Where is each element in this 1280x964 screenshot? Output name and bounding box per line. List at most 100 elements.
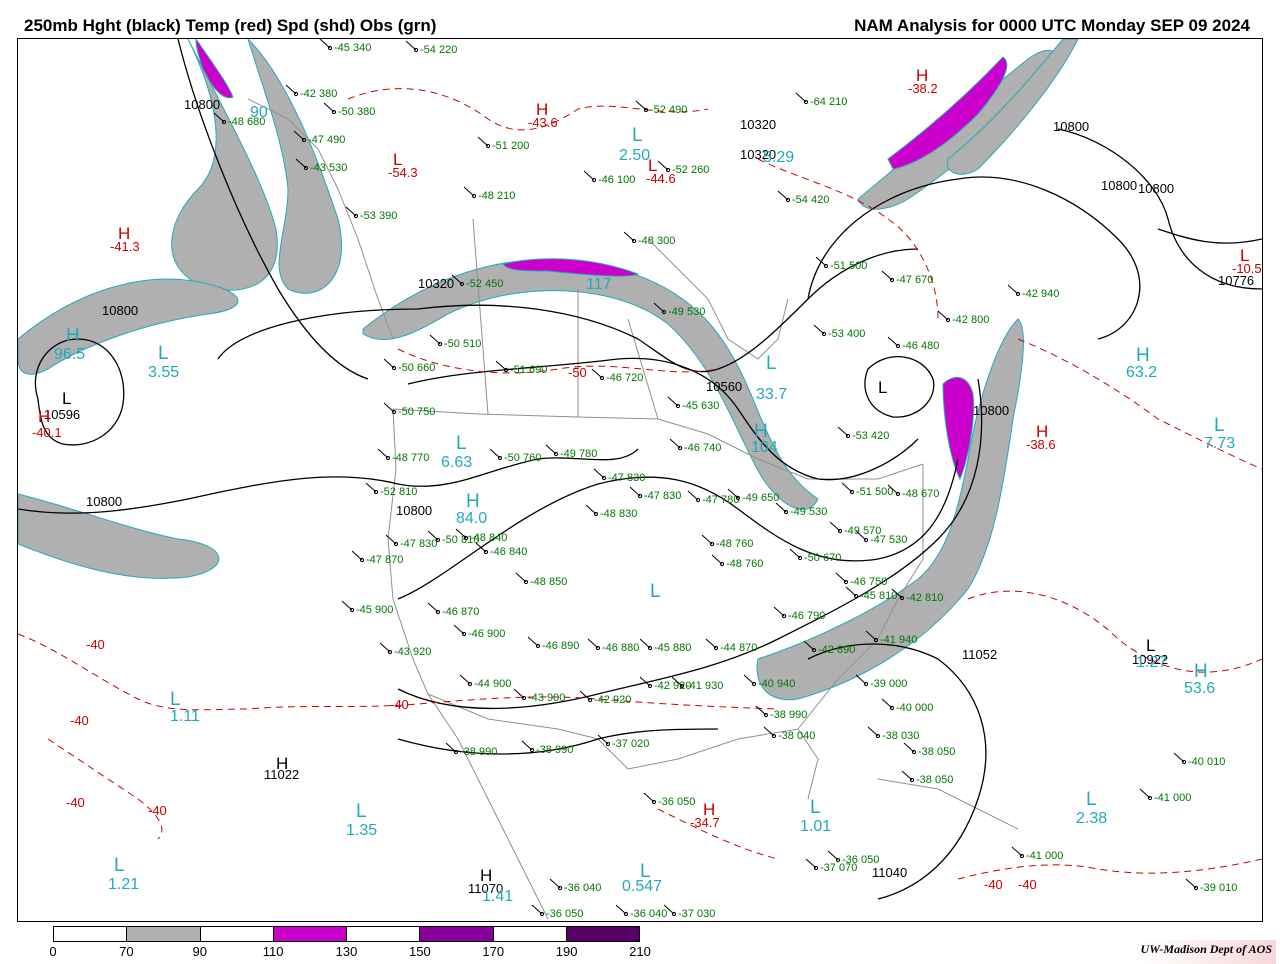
station-observation: -52 260 — [672, 164, 709, 176]
wind-barb — [777, 190, 789, 201]
analysis-time-label: NAM Analysis for 0000 UTC Monday SEP 09 … — [854, 16, 1250, 35]
station-observation: -46 880 — [602, 642, 639, 654]
isotach-label: 63.2 — [1126, 364, 1157, 381]
colorbar-segment — [200, 927, 274, 941]
temperature-label: -34.7 — [690, 815, 720, 830]
station-observation: -42 810 — [906, 592, 943, 604]
low-marker: L — [62, 389, 71, 408]
station-observation: -36 040 — [564, 882, 601, 894]
station-observation: -47 830 — [644, 490, 681, 502]
speed-colorbar — [53, 926, 640, 942]
wind-barb — [1185, 878, 1197, 889]
station-observation: -42 940 — [1022, 288, 1059, 300]
station-observation: -45 880 — [654, 642, 691, 654]
isotach-label: 1.27 — [1136, 654, 1167, 671]
station-observation: -49 780 — [560, 448, 597, 460]
isotach-label: 1.21 — [108, 876, 139, 893]
temperature-label: -40 — [148, 803, 167, 818]
height-label: 10800 — [184, 97, 220, 112]
station-observation: -44 900 — [474, 678, 511, 690]
station-observation: -39 010 — [1200, 882, 1237, 894]
colorbar-ticks: 0 70 90 110 130 150 170 190 210 — [0, 944, 700, 960]
colorbar-tick-label: 170 — [482, 944, 505, 959]
wind-barb — [755, 705, 767, 716]
high-marker: H — [1136, 345, 1150, 366]
wind-barb — [323, 102, 335, 113]
station-observation: -47 830 — [608, 472, 645, 484]
station-observation: -38 990 — [770, 709, 807, 721]
station-observation: -40 940 — [758, 678, 795, 690]
isotach-label: 104 — [751, 439, 778, 456]
temperature-label: -41.3 — [110, 239, 140, 254]
wind-barb — [615, 904, 627, 915]
isotach-label: 96.5 — [54, 346, 85, 363]
station-observation: -45 340 — [334, 42, 371, 54]
station-observation: -46 840 — [490, 546, 527, 558]
station-observation: -48 840 — [470, 532, 507, 544]
colorbar-segment — [566, 927, 639, 941]
colorbar-segment — [273, 927, 347, 941]
wind-barb — [463, 186, 475, 197]
station-observation: -38 040 — [778, 730, 815, 742]
low-marker: L — [1146, 636, 1155, 655]
wind-barb — [687, 490, 699, 501]
isotach-label: 117 — [586, 276, 612, 293]
station-observation: -48 680 — [228, 116, 265, 128]
wind-barb — [669, 438, 681, 449]
wind-barb — [795, 92, 807, 103]
wind-barb — [815, 256, 827, 267]
wind-barb — [385, 534, 397, 545]
low-marker: L — [356, 801, 367, 822]
temperature-label: -40 — [66, 795, 85, 810]
wind-barb — [829, 521, 841, 532]
low-marker: L — [114, 855, 125, 876]
station-observation: -51 500 — [830, 260, 867, 272]
colorbar-tick-label: 70 — [119, 944, 134, 959]
colorbar-tick-label: 210 — [629, 944, 651, 959]
temperature-label: -50 — [568, 365, 587, 380]
colorbar-segment — [127, 927, 201, 941]
station-observation: -50 670 — [804, 552, 841, 564]
station-observation: -45 810 — [860, 590, 897, 602]
low-marker: L — [632, 125, 643, 146]
wind-barb — [1139, 788, 1151, 799]
station-observation: -45 900 — [356, 604, 393, 616]
map-canvas: 10800 10800 10320 10320 10800 10800 1080… — [18, 39, 1262, 920]
temp-contour-pacific — [47, 738, 163, 840]
wind-barb — [643, 792, 655, 803]
station-observation: -51 690 — [510, 364, 547, 376]
low-marker: L — [766, 353, 777, 374]
wind-barb — [743, 674, 755, 685]
wind-barb — [1011, 846, 1023, 857]
station-observation: -41 940 — [880, 634, 917, 646]
station-observation: -36 050 — [658, 796, 695, 808]
station-observation: -46 870 — [442, 606, 479, 618]
wind-barb — [775, 502, 787, 513]
temperature-label: -38.6 — [1026, 437, 1056, 452]
low-marker: L — [1086, 789, 1097, 810]
wind-barb — [351, 550, 363, 561]
wind-barb — [365, 482, 377, 493]
station-observation: -48 210 — [478, 190, 515, 202]
station-observation: -38 990 — [460, 746, 497, 758]
wind-barb — [527, 636, 539, 647]
station-observation: -43 920 — [394, 646, 431, 658]
station-observation: -47 670 — [896, 274, 933, 286]
temp-contour-tropics — [957, 858, 1262, 880]
station-observation: -53 400 — [828, 328, 865, 340]
wind-barb — [545, 444, 557, 455]
wind-barb — [667, 396, 679, 407]
isotach-label: 33.7 — [756, 386, 787, 403]
temperature-label: -40 — [984, 877, 1003, 892]
credit-label: UW-Madison Dept of AOS — [1136, 940, 1276, 964]
colorbar-segment — [493, 927, 567, 941]
station-observation: -43 900 — [528, 692, 565, 704]
high-marker: H — [1194, 661, 1208, 682]
height-label: 11052 — [962, 647, 997, 662]
wind-barb — [319, 39, 331, 49]
canada-province-line-3 — [627, 318, 659, 420]
high-marker: H — [480, 866, 492, 885]
station-observation: -47 870 — [366, 554, 403, 566]
jet-band-canada — [362, 258, 819, 510]
isotach-label: 53.6 — [1184, 680, 1215, 697]
